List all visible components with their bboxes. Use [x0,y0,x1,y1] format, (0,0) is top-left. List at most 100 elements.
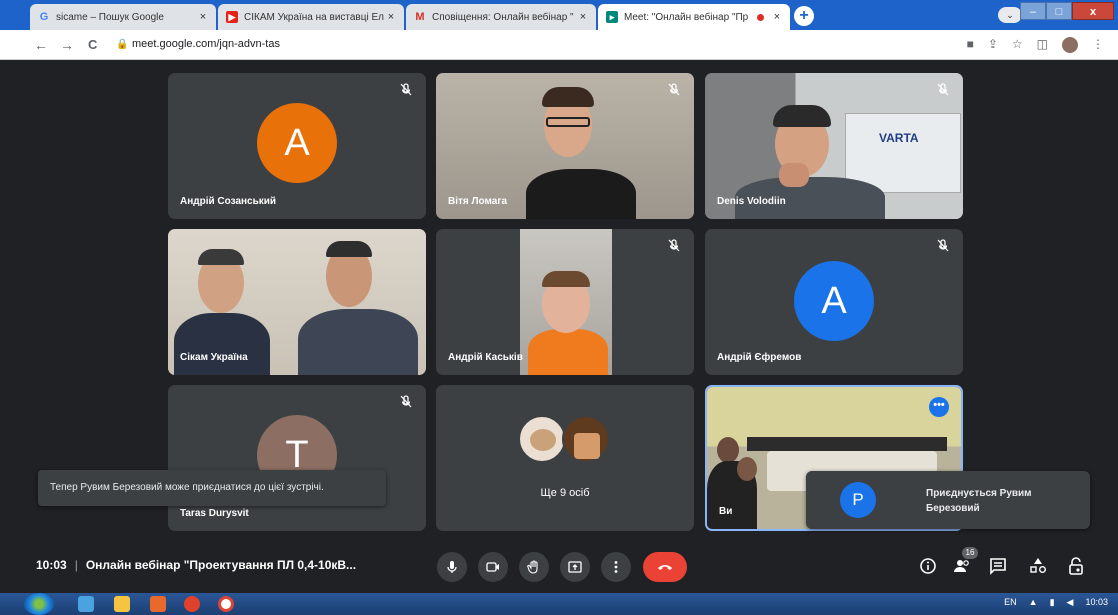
tab-title: СІКАМ Україна на виставці Еле [244,11,384,23]
cartoon-avatar [562,415,610,463]
participant-tile[interactable]: Андрій Каськів [436,229,694,375]
camera-button[interactable] [478,552,508,582]
network-icon[interactable]: ▮ [1050,597,1055,608]
address-bar-actions: ■ ⇪ ☆ ◫ ⋮ [967,37,1104,53]
participant-tile[interactable]: Вітя Ломага [436,73,694,219]
close-icon[interactable]: × [576,11,590,23]
meeting-controls-bar: 10:03 | Онлайн вебінар "Проектування ПЛ 0,… [0,540,1118,592]
join-request-toast[interactable]: P Приєднується Рувим Березовий [806,471,1090,529]
mic-icon [447,561,457,573]
lock-icon[interactable]: 🔒 [116,39,128,50]
more-options-icon[interactable]: ••• [929,397,949,417]
more-vert-icon [614,561,618,573]
participants-icon[interactable]: 16 [952,547,978,576]
clock[interactable]: 10:03 [1085,597,1108,608]
youtube-icon: ▶ [226,11,238,23]
participant-name: Андрій Каськів [448,352,523,363]
google-icon: G [39,11,49,23]
hang-up-icon [658,565,672,570]
participant-tile[interactable]: Сікам Україна [168,229,426,375]
address-bar: ← → C 🔒 meet.google.com/jqn-advn-tas ■ ⇪… [0,30,1118,60]
cat-avatar [518,415,566,463]
participant-tile[interactable]: VARTA Denis Volodiin [705,73,963,219]
new-tab-button[interactable]: + [794,6,814,26]
participant-name: Denis Volodiin [717,196,786,207]
system-tray: EN ▲ ▮ ◀ 10:03 [1004,597,1108,608]
meeting-details: 10:03 | Онлайн вебінар "Проектування ПЛ 0,… [36,558,356,572]
opera-icon[interactable] [184,596,200,612]
gmail-icon: M [415,11,425,23]
host-controls-icon[interactable] [1066,556,1086,576]
meet-stage: A Андрій Созанський Вітя Ломага VARTA De… [0,61,1118,593]
ie-icon[interactable] [78,596,94,612]
tab-title: sicame – Пошук Google [56,11,164,23]
hand-icon [527,560,538,574]
chat-icon[interactable] [988,556,1008,576]
participant-name: Taras Durysvit [180,508,249,519]
participant-name: Сікам Україна [180,352,248,363]
participant-avatar: A [794,261,874,341]
participant-video [520,229,612,375]
camera-in-use-icon[interactable]: ■ [967,37,974,53]
participants-count-badge: 16 [962,547,978,559]
camera-icon [486,562,499,572]
mic-off-icon [666,82,682,98]
tab-gmail[interactable]: M Сповіщення: Онлайн вебінар " × [406,4,596,30]
window-controls: – □ x [1020,2,1114,20]
mic-off-icon [666,238,682,254]
present-screen-button[interactable] [560,552,590,582]
mic-off-icon [935,238,951,254]
browser-tab-bar: G sicame – Пошук Google × ▶ СІКАМ Україн… [0,0,1118,30]
reload-icon[interactable]: C [88,37,97,52]
close-icon[interactable]: × [196,11,210,23]
microphone-button[interactable] [437,552,467,582]
leave-call-button[interactable] [643,552,687,582]
bookmark-star-icon[interactable]: ☆ [1012,37,1023,53]
requester-avatar: P [840,482,876,518]
maximize-button[interactable]: □ [1046,2,1072,20]
mic-off-icon [398,82,414,98]
join-request-text: Приєднується Рувим Березовий [926,488,1032,514]
participant-tile[interactable]: A Андрій Созанський [168,73,426,219]
side-panel-icon[interactable]: ◫ [1037,37,1048,53]
mic-off-icon [935,82,951,98]
tab-youtube[interactable]: ▶ СІКАМ Україна на виставці Еле × [218,4,404,30]
chrome-icon[interactable] [218,596,234,612]
meeting-info-icon[interactable] [918,556,938,576]
more-participants-tile[interactable]: Ще 9 осіб [436,385,694,531]
start-button[interactable] [24,593,54,615]
varta-sign: VARTA [879,131,919,145]
participant-avatar: A [257,103,337,183]
recording-icon [757,13,764,21]
meeting-title: Онлайн вебінар "Проектування ПЛ 0,4-10кВ… [85,558,357,572]
participant-name: Вітя Ломага [448,196,508,207]
language-indicator[interactable]: EN [1004,597,1017,608]
menu-kebab-icon[interactable]: ⋮ [1092,37,1104,53]
share-icon[interactable]: ⇪ [988,37,998,53]
back-icon[interactable]: ← [34,37,48,53]
url-field[interactable]: meet.google.com/jqn-advn-tas [132,38,280,50]
close-window-button[interactable]: x [1072,2,1114,20]
explorer-icon[interactable] [114,596,130,612]
notification-toast: Тепер Рувим Березовий може приєднатися д… [38,470,386,506]
minimize-button[interactable]: – [1020,2,1046,20]
activities-icon[interactable] [1028,556,1048,576]
more-options-button[interactable] [601,552,631,582]
tray-arrow-icon[interactable]: ▲ [1029,597,1038,608]
windows-taskbar: EN ▲ ▮ ◀ 10:03 [0,593,1118,615]
forward-icon[interactable]: → [60,37,74,53]
close-icon[interactable]: × [770,11,784,23]
more-participants-label: Ще 9 осіб [540,487,590,499]
media-player-icon[interactable] [150,596,166,612]
tab-search-button[interactable]: ⌄ [998,7,1022,23]
volume-icon[interactable]: ◀ [1067,597,1074,608]
participant-tile[interactable]: T Taras Durysvit [168,385,426,531]
profile-avatar[interactable] [1062,37,1078,53]
mic-off-icon [398,394,414,410]
separator: | [74,558,78,572]
close-icon[interactable]: × [384,11,398,23]
participant-tile[interactable]: A Андрій Єфремов [705,229,963,375]
raise-hand-button[interactable] [519,552,549,582]
tab-meet[interactable]: ▸ Meet: "Онлайн вебінар "Пр × [598,4,790,30]
tab-google-search[interactable]: G sicame – Пошук Google × [30,4,216,30]
